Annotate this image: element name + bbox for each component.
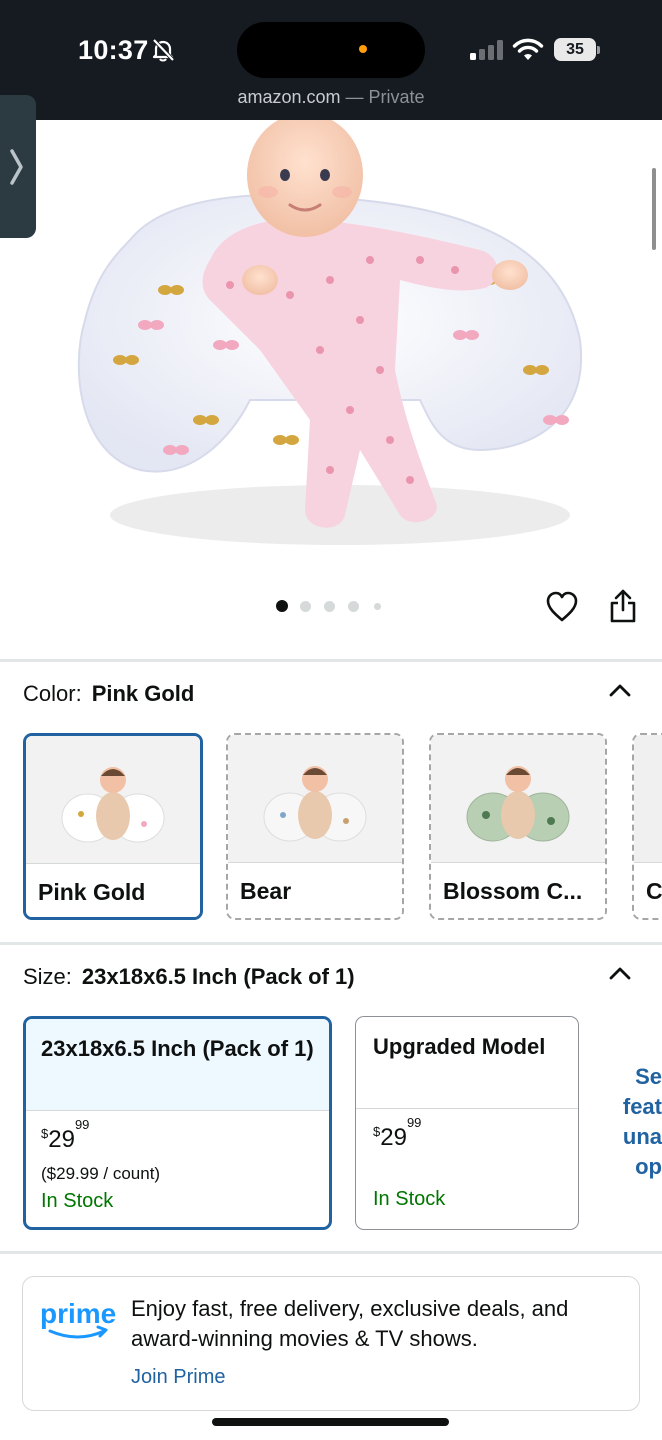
share-icon[interactable]: [608, 588, 638, 624]
color-swatch-blossom[interactable]: Blossom C...: [429, 733, 607, 920]
size-option-stock: In Stock: [41, 1190, 114, 1212]
swatch-label: Blossom C...: [431, 862, 605, 918]
prime-logo-text: prime: [40, 1298, 116, 1329]
carousel-dot[interactable]: [276, 600, 288, 612]
swatch-label: C: [634, 862, 662, 918]
swatch-image: [431, 735, 605, 862]
carousel-dot[interactable]: [324, 601, 335, 612]
size-label: Size:: [23, 964, 72, 989]
swatch-thumbnail: [228, 735, 402, 862]
color-selector-label: Color: Pink Gold: [23, 681, 194, 707]
heart-icon[interactable]: [545, 591, 579, 623]
url-bar[interactable]: amazon.com — Private: [0, 87, 662, 108]
battery-indicator: 35: [554, 38, 600, 61]
prime-message: Enjoy fast, free delivery, exclusive dea…: [131, 1296, 569, 1351]
color-swatch-pink-gold[interactable]: Pink Gold: [23, 733, 203, 920]
swatch-thumbnail: [431, 735, 605, 862]
side-drawer-tab[interactable]: [0, 95, 36, 238]
join-prime-link[interactable]: Join Prime: [131, 1366, 225, 1389]
selected-color: Pink Gold: [91, 681, 195, 706]
status-bar: 10:37 35 amazon.com — Private: [0, 0, 662, 120]
prime-logo: prime: [40, 1298, 116, 1339]
size-option-upgraded[interactable]: Upgraded Model $2999 In Stock: [355, 1016, 579, 1230]
size-selector-label: Size: 23x18x6.5 Inch (Pack of 1): [23, 964, 355, 990]
swatch-image: [228, 735, 402, 862]
battery-level: 35: [554, 38, 596, 61]
scroll-indicator[interactable]: [652, 168, 656, 250]
size-option-unit-price: ($29.99 / count): [41, 1164, 161, 1183]
size-option-standard[interactable]: 23x18x6.5 Inch (Pack of 1) $2999 ($29.99…: [23, 1016, 332, 1230]
color-swatch-partial[interactable]: C: [632, 733, 662, 920]
swatch-label: Pink Gold: [26, 863, 200, 917]
chevron-up-icon[interactable]: [608, 682, 632, 698]
wifi-icon: [512, 38, 544, 60]
swatch-thumbnail: [634, 735, 662, 862]
see-more-line: op: [635, 1154, 662, 1179]
see-more-line: una: [622, 1124, 662, 1149]
product-image[interactable]: [60, 120, 600, 560]
color-label: Color:: [23, 681, 82, 706]
swatch-image: [26, 736, 200, 863]
carousel-dot[interactable]: [374, 603, 381, 610]
section-divider: [0, 942, 662, 945]
swatch-thumbnail: [26, 736, 200, 863]
see-more-features-link[interactable]: Se feat una op: [610, 1062, 662, 1182]
section-divider: [0, 659, 662, 662]
size-option-name: Upgraded Model: [356, 1017, 578, 1109]
size-option-stock: In Stock: [373, 1188, 446, 1210]
carousel-dot[interactable]: [300, 601, 311, 612]
chevron-right-icon: [10, 149, 23, 185]
cellular-signal-icon: [470, 40, 503, 60]
color-swatch-bear[interactable]: Bear: [226, 733, 404, 920]
see-more-line: Se: [635, 1064, 662, 1089]
privacy-indicator: [359, 45, 367, 53]
selected-size: 23x18x6.5 Inch (Pack of 1): [81, 964, 355, 989]
bell-slash-icon: [152, 38, 175, 62]
size-option-name: 23x18x6.5 Inch (Pack of 1): [26, 1019, 329, 1111]
section-divider: [0, 1251, 662, 1254]
url-domain: amazon.com: [237, 87, 341, 107]
url-private-label: — Private: [340, 87, 425, 107]
carousel-dot[interactable]: [348, 601, 359, 612]
size-option-price: $2999: [373, 1115, 422, 1151]
prime-promo-card[interactable]: prime Enjoy fast, free delivery, exclusi…: [22, 1276, 640, 1411]
home-indicator[interactable]: [212, 1418, 449, 1426]
swatch-label: Bear: [228, 862, 402, 918]
status-time: 10:37: [78, 35, 149, 65]
size-option-price: $2999: [41, 1117, 90, 1153]
chevron-up-icon[interactable]: [608, 965, 632, 981]
dynamic-island: [237, 22, 425, 78]
see-more-line: feat: [622, 1094, 662, 1119]
battery-tip: [597, 46, 600, 54]
